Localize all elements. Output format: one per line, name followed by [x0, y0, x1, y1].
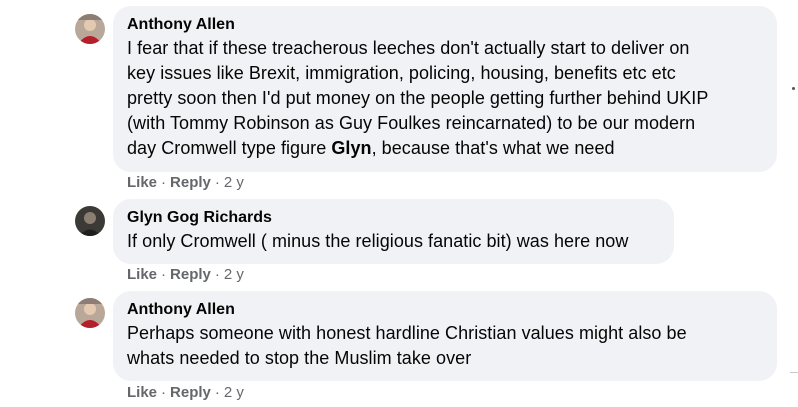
comment-author[interactable]: Anthony Allen: [127, 15, 763, 35]
timestamp[interactable]: 2 y: [224, 266, 244, 283]
like-button[interactable]: Like: [127, 384, 157, 401]
comment-text-line: pretty soon then I'd put money on the pe…: [127, 88, 709, 108]
timestamp[interactable]: 2 y: [224, 174, 244, 191]
separator: ·: [214, 384, 220, 401]
comment-text-line: If only Cromwell ( minus the religious f…: [127, 231, 629, 251]
comment-bubble: Glyn Gog Richards If only Cromwell ( min…: [113, 199, 674, 264]
comment-actions: Like · Reply · 2 y: [127, 174, 244, 192]
comment-author[interactable]: Glyn Gog Richards: [127, 208, 660, 228]
comment-text-line: day Cromwell type figure Glyn, because t…: [127, 136, 763, 161]
stray-dot: [792, 87, 795, 90]
text-segment: day Cromwell type figure: [127, 138, 332, 158]
separator: ·: [161, 384, 167, 401]
avatar[interactable]: [75, 14, 105, 44]
timestamp[interactable]: 2 y: [224, 384, 244, 401]
comment-actions: Like · Reply · 2 y: [127, 266, 244, 284]
comment-author[interactable]: Anthony Allen: [127, 300, 763, 320]
comment-text-line: key issues like Brexit, immigration, pol…: [127, 63, 676, 83]
separator: ·: [161, 266, 167, 283]
separator: ·: [161, 174, 167, 191]
text-segment: , because that's what we need: [371, 138, 615, 158]
profile-photo-icon: [75, 298, 105, 328]
comment-text: If only Cromwell ( minus the religious f…: [127, 229, 660, 254]
like-button[interactable]: Like: [127, 174, 157, 191]
avatar[interactable]: [75, 298, 105, 328]
separator: ·: [214, 174, 220, 191]
comment-bubble: Anthony Allen I fear that if these treac…: [113, 6, 777, 172]
comment-text-line: whats needed to stop the Muslim take ove…: [127, 348, 472, 368]
like-button[interactable]: Like: [127, 266, 157, 283]
mention-link[interactable]: Glyn: [331, 138, 371, 158]
profile-photo-icon: [75, 14, 105, 44]
separator: ·: [214, 266, 220, 283]
comment-bubble: Anthony Allen Perhaps someone with hones…: [113, 291, 777, 381]
edge-divider: [790, 372, 798, 373]
profile-photo-icon: [75, 206, 105, 236]
comment-text: I fear that if these treacherous leeches…: [127, 36, 763, 161]
reply-button[interactable]: Reply: [170, 174, 211, 191]
comment-actions: Like · Reply · 2 y: [127, 384, 244, 402]
reply-button[interactable]: Reply: [170, 384, 211, 401]
comment-text-line: Perhaps someone with honest hardline Chr…: [127, 323, 687, 343]
comment-text-line: (with Tommy Robinson as Guy Foulkes rein…: [127, 113, 696, 133]
avatar[interactable]: [75, 206, 105, 236]
comment-text-line: I fear that if these treacherous leeches…: [127, 38, 690, 58]
reply-button[interactable]: Reply: [170, 266, 211, 283]
comment-text: Perhaps someone with honest hardline Chr…: [127, 321, 763, 371]
